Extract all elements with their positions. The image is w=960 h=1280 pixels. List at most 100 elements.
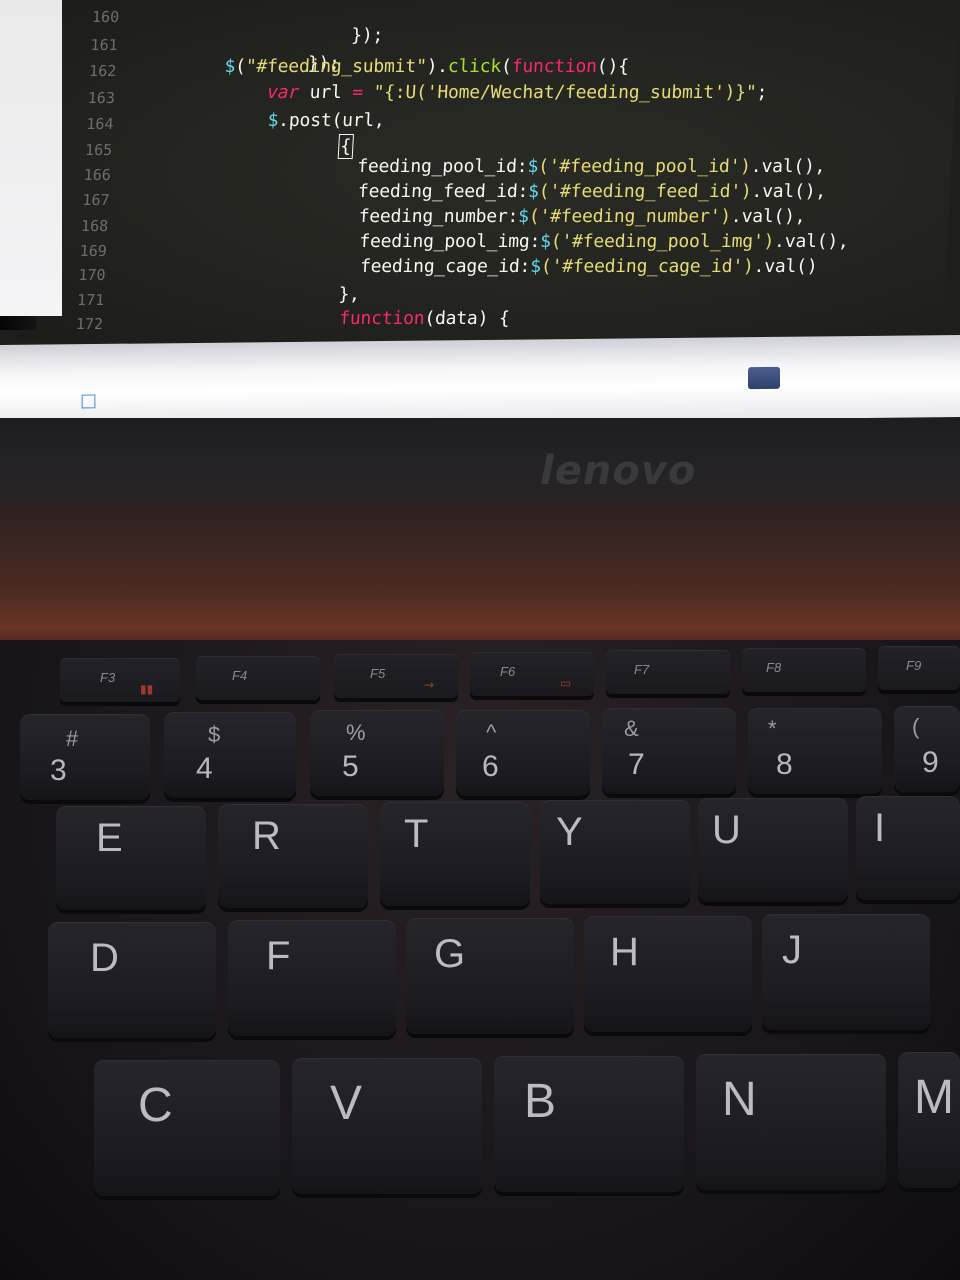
window-icon[interactable]: □ xyxy=(80,390,106,411)
key-digit-label: 5 xyxy=(342,750,359,783)
key-y[interactable]: Y xyxy=(540,800,690,904)
code-token: .val(), xyxy=(751,181,827,202)
code-token: }); xyxy=(350,25,384,46)
key-label: F8 xyxy=(766,660,782,675)
line-number: 160 xyxy=(91,8,120,26)
code-line: { xyxy=(337,134,354,159)
key-f7[interactable]: F7 xyxy=(606,650,730,694)
key-4[interactable]: $ 4 xyxy=(164,712,296,798)
code-token: click xyxy=(447,56,502,77)
key-label: M xyxy=(914,1071,954,1124)
key-label: U xyxy=(712,808,741,852)
code-token: ('#feeding_pool_img') xyxy=(550,231,775,252)
key-f8[interactable]: F8 xyxy=(742,648,866,692)
key-shift-label: # xyxy=(66,726,79,751)
key-6[interactable]: ^ 6 xyxy=(456,710,590,796)
key-h[interactable]: H xyxy=(584,916,752,1032)
code-token: feeding_cage_id: xyxy=(359,256,531,277)
key-e[interactable]: E xyxy=(56,806,206,910)
code-token: .val(), xyxy=(750,156,826,177)
tray-icon[interactable] xyxy=(748,366,780,390)
keyboard: F3 ▮▮ F4 F5 → F6 ▭ F7 F8 F9 # 3 $ 4 % 5 … xyxy=(0,640,960,1280)
code-token: (data) { xyxy=(423,308,511,329)
line-number: 167 xyxy=(81,191,110,209)
key-digit-label: 9 xyxy=(922,746,939,779)
key-digit-label: 4 xyxy=(196,752,213,785)
key-label: F4 xyxy=(232,668,248,683)
key-f6[interactable]: F6 ▭ xyxy=(470,652,594,696)
key-label: Y xyxy=(556,810,583,854)
code-line: $("#feeding_submit").click(function(){ xyxy=(224,56,629,77)
key-7[interactable]: & 7 xyxy=(602,708,736,794)
code-token: .val() xyxy=(753,256,819,277)
code-token: ('#feeding_feed_id') xyxy=(538,181,753,202)
line-number: 164 xyxy=(85,115,114,133)
key-label: E xyxy=(96,816,123,860)
key-label: F7 xyxy=(634,662,650,677)
code-line: function(data) { xyxy=(339,308,510,329)
code-line: feeding_feed_id:$('#feeding_feed_id').va… xyxy=(357,181,826,202)
code-line: }, xyxy=(338,284,360,305)
key-shift-label: * xyxy=(768,716,777,741)
key-f9[interactable]: F9 xyxy=(878,646,960,690)
key-5[interactable]: % 5 xyxy=(310,710,444,796)
code-line: var url = "{:U('Home/Wechat/feeding_subm… xyxy=(267,82,768,103)
key-label: H xyxy=(610,930,639,974)
key-label: F9 xyxy=(906,658,922,673)
code-token: .post(url, xyxy=(277,110,386,131)
key-n[interactable]: N xyxy=(696,1054,886,1190)
key-b[interactable]: B xyxy=(494,1056,684,1192)
key-m[interactable]: M xyxy=(898,1052,960,1188)
key-digit-label: 7 xyxy=(628,748,645,781)
key-label: G xyxy=(434,932,466,976)
key-label: R xyxy=(252,814,281,858)
key-label: F3 xyxy=(100,670,116,685)
line-number-gutter: 160 161 162 163 164 165 166 167 168 169 … xyxy=(58,0,126,340)
key-label: N xyxy=(722,1073,757,1126)
key-label: F xyxy=(266,934,291,978)
code-line: feeding_cage_id:$('#feeding_cage_id').va… xyxy=(359,256,818,277)
code-token: ('#feeding_cage_id') xyxy=(540,256,755,277)
key-9[interactable]: ( 9 xyxy=(894,706,960,792)
code-token: var xyxy=(266,82,300,103)
code-token: "#feeding_submit" xyxy=(245,56,428,77)
line-number: 169 xyxy=(79,242,108,260)
laptop-hinge xyxy=(0,500,960,660)
key-label: D xyxy=(90,936,119,980)
key-d[interactable]: D xyxy=(48,922,216,1038)
key-label: C xyxy=(138,1079,173,1132)
key-label: F6 xyxy=(500,664,516,679)
key-8[interactable]: * 8 xyxy=(748,708,882,794)
line-number: 163 xyxy=(87,89,116,107)
key-r[interactable]: R xyxy=(218,804,368,908)
key-f5[interactable]: F5 → xyxy=(334,654,458,698)
key-u[interactable]: U xyxy=(698,798,848,902)
line-number: 162 xyxy=(88,62,117,80)
key-shift-label: & xyxy=(624,716,639,741)
code-line: $.post(url, xyxy=(267,110,385,131)
key-label: B xyxy=(524,1075,557,1128)
code-token: "{:U('Home/Wechat/feeding_submit')}" xyxy=(362,82,758,103)
key-t[interactable]: T xyxy=(380,802,530,906)
key-f4[interactable]: F4 xyxy=(196,656,320,700)
key-g[interactable]: G xyxy=(406,918,574,1034)
key-f[interactable]: F xyxy=(228,920,396,1036)
code-token: .val(), xyxy=(773,231,850,252)
key-c[interactable]: C xyxy=(94,1060,280,1196)
side-panel xyxy=(0,0,62,316)
code-token: function xyxy=(338,308,425,329)
code-token: feeding_pool_img: xyxy=(358,231,541,252)
key-f3[interactable]: F3 ▮▮ xyxy=(60,658,180,702)
key-i[interactable]: I xyxy=(856,796,960,900)
code-token: .val(), xyxy=(730,206,806,227)
code-token: ). xyxy=(426,56,449,77)
key-3[interactable]: # 3 xyxy=(20,714,150,800)
line-number: 165 xyxy=(84,141,113,159)
key-j[interactable]: J xyxy=(762,914,930,1030)
key-shift-label: % xyxy=(346,720,366,745)
key-digit-label: 6 xyxy=(482,750,499,783)
laptop-screen: 160 161 162 163 164 165 166 167 168 169 … xyxy=(0,0,960,420)
line-number: 170 xyxy=(78,266,107,284)
key-v[interactable]: V xyxy=(292,1058,482,1194)
code-token: feeding_number: xyxy=(358,206,519,227)
